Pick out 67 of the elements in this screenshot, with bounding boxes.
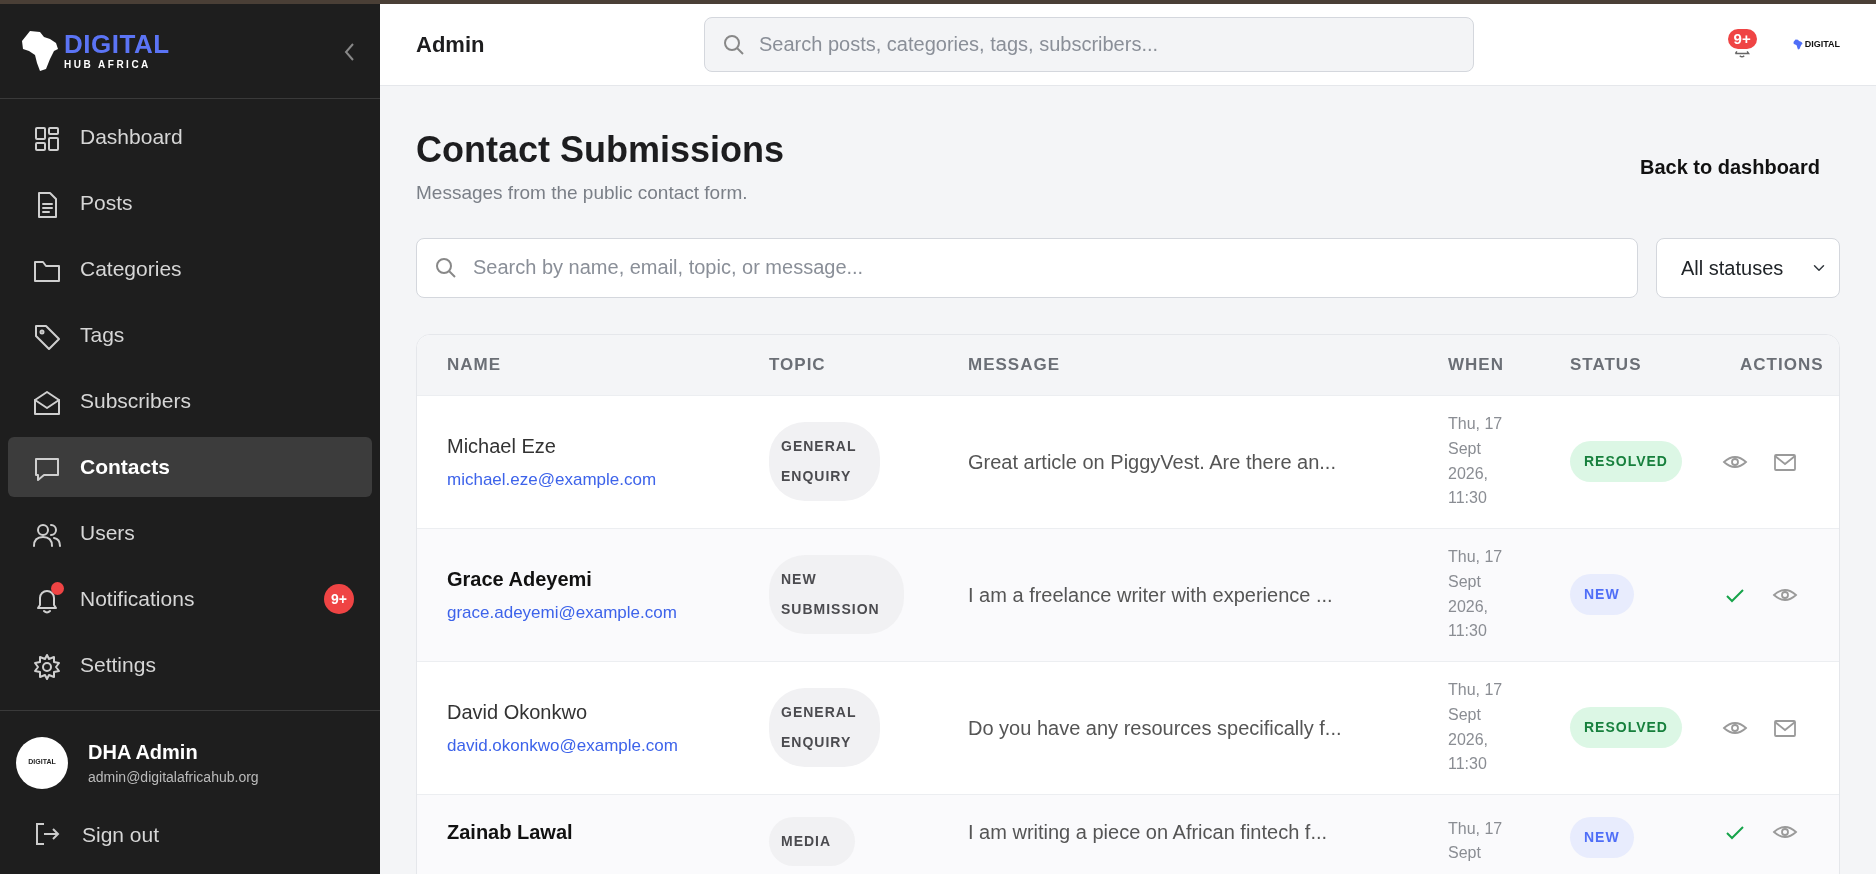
sidebar-item-label: Categories [80,256,182,283]
sidebar-item-label: Dashboard [80,124,183,151]
sidebar-item[interactable]: Dashboard [8,107,372,167]
sidebar-item[interactable]: Contacts [8,437,372,497]
sidebar-item[interactable]: Tags [8,305,372,365]
email-link[interactable]: michael.eze@example.com [447,466,739,493]
column-header: WHEN [1447,353,1505,376]
sidebar-item[interactable]: Notifications 9+ [8,569,372,629]
status-tag: RESOLVED [1570,707,1682,749]
sidebar-item[interactable]: Posts [8,173,372,233]
sign-out-icon [34,821,60,848]
status-tag: NEW [1570,574,1634,616]
column-header: STATUS [1569,353,1643,376]
page-subtitle: Messages from the public contact form. [416,181,749,206]
column-header: TOPIC [768,353,827,376]
submitted-time: Thu, 17 Sept 2026, 11:30 [1448,414,1504,509]
submitted-time: Thu, 17 Sept 2026, 11:30 [1448,680,1504,775]
sidebar-item-label: Subscribers [80,388,191,415]
search-icon [723,33,745,56]
sidebar-item[interactable]: Categories [8,239,372,299]
logo-text: DIGITAL [1804,37,1840,51]
topic-tag: NEW SUBMISSION [769,555,904,635]
message-preview: Great article on PiggyVest. Are there an... [968,450,1336,473]
status-tag: RESOLVED [1570,441,1682,483]
column-header: ACTIONS [1739,353,1825,376]
sidebar-item-label: Contacts [80,454,170,481]
sidebar-item-label: Posts [80,190,133,217]
page-title: Contact Submissions [416,128,785,172]
search-icon [435,256,457,279]
column-header: NAME [446,353,503,376]
submitted-time: Thu, 17 Sept [1448,818,1504,864]
email-link[interactable]: grace.adeyemi@example.com [447,599,739,626]
tag-icon [32,322,62,353]
contact-name: Zainab Lawal [447,819,574,845]
notification-badge: 9+ [1727,28,1757,49]
submitted-time: Thu, 17 Sept 2026, 11:30 [1448,547,1504,642]
gear-icon [32,652,62,683]
header-title: Admin [416,31,486,59]
topic-tag: GENERAL ENQUIRY [769,688,881,768]
status-tag: NEW [1570,816,1634,858]
topic-tag: MEDIA [769,816,856,867]
contact-name: David Okonkwo [447,699,589,725]
sidebar-item-label: Notifications [80,586,195,613]
contact-name: Michael Eze [447,433,557,459]
message-preview: I am a freelance writer with experience ... [968,583,1333,606]
message-preview: I am writing a piece on African fintech f... [968,820,1328,843]
sidebar-item[interactable]: Subscribers [8,371,372,431]
sidebar-item-label: Tags [80,322,125,349]
sidebar-item-label: Settings [80,652,156,679]
count-badge: 9+ [324,584,354,614]
contact-name: Grace Adeyemi [447,566,593,592]
column-header: MESSAGE [967,353,1062,376]
africa-logo-icon [1792,39,1803,50]
sidebar-item-label: Users [80,520,135,547]
brand-name: DIGITAL [64,30,170,57]
email-link[interactable]: david.okonkwo@example.com [447,732,739,759]
brand-tagline: HUB AFRICA [64,57,152,72]
topic-tag: GENERAL ENQUIRY [769,422,881,502]
user-name: DHA Admin [88,740,199,765]
message-preview: Do you have any resources specifically f... [968,716,1342,739]
sidebar-item[interactable]: Users [8,503,372,563]
sign-out-button[interactable]: Sign out [0,798,380,874]
africa-logo-icon [20,29,60,73]
back-link[interactable]: Back to dashboard [1639,152,1820,182]
sidebar-item[interactable]: Settings [8,635,372,695]
user-email: admin@digitalafricahub.org [88,768,259,787]
status-filter-dropdown[interactable]: All statuses [1656,237,1840,298]
